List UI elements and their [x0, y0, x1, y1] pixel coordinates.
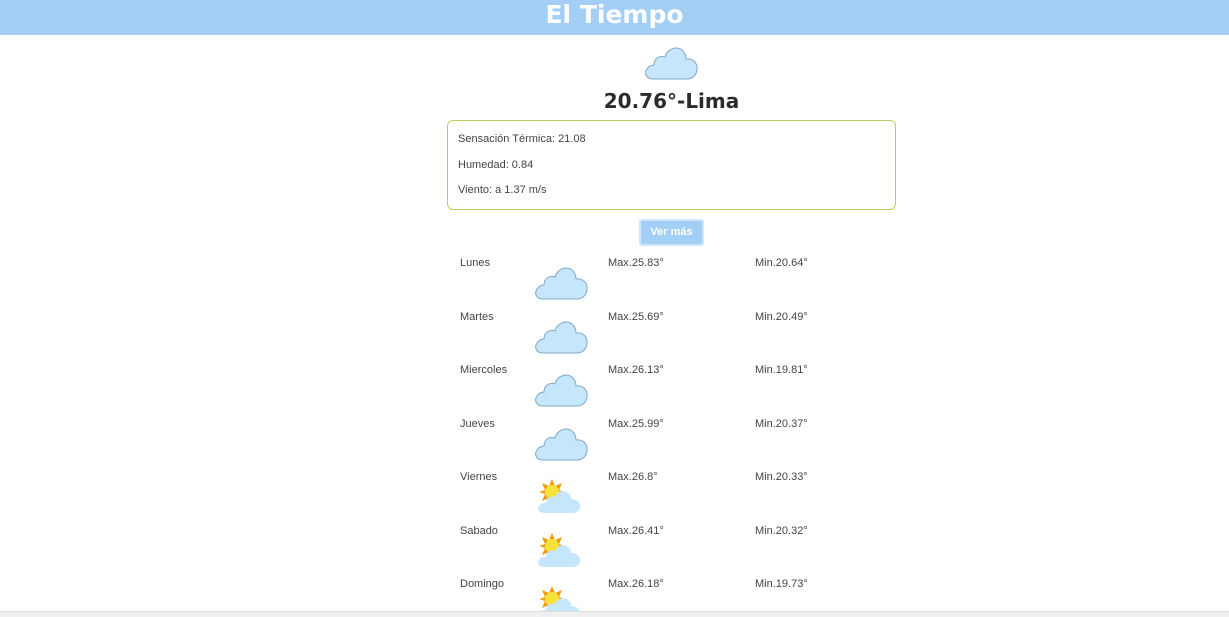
cloud-icon	[643, 43, 699, 81]
forecast-row: Sabado Max.26.41° Min.20.32°	[447, 522, 896, 576]
forecast-max-temp: Max.26.18°	[608, 578, 664, 590]
current-temperature-city: 20.76°-Lima	[0, 89, 1229, 113]
horizontal-scrollbar[interactable]	[0, 611, 1229, 617]
forecast-min-temp: Min.19.81°	[755, 364, 808, 376]
forecast-min-temp: Min.19.73°	[755, 578, 808, 590]
forecast-day-name: Lunes	[460, 257, 490, 269]
forecast-list: Lunes Max.25.83° Min.20.64° Martes Max.2…	[447, 254, 896, 617]
partly-cloudy-icon	[533, 531, 589, 569]
forecast-min-temp: Min.20.33°	[755, 471, 808, 483]
forecast-min-temp: Min.20.37°	[755, 417, 808, 430]
forecast-row: Miercoles Max.26.13° Min.19.81°	[447, 361, 896, 415]
forecast-day-name: Sabado	[460, 524, 498, 537]
forecast-max-temp: Max.25.69°	[608, 310, 664, 323]
partly-cloudy-icon	[533, 477, 589, 515]
forecast-day-name: Martes	[460, 310, 494, 323]
forecast-max-temp: Max.25.99°	[608, 417, 664, 430]
forecast-day-name: Miercoles	[460, 364, 508, 376]
forecast-day-name: Viernes	[460, 471, 498, 483]
current-temperature: 20.76°	[603, 89, 677, 113]
ver-mas-button[interactable]: Ver más	[639, 219, 704, 246]
forecast-min-temp: Min.20.49°	[755, 310, 808, 323]
app-title: El Tiempo	[545, 0, 684, 29]
forecast-row: Viernes Max.26.8° Min.20.33°	[447, 468, 896, 522]
forecast-row: Jueves Max.25.99° Min.20.37°	[447, 415, 896, 469]
cloud-icon	[533, 370, 589, 408]
forecast-max-temp: Max.26.13°	[608, 364, 664, 376]
forecast-day-name: Domingo	[460, 578, 505, 590]
wind-text: Viento: a 1.37 m/s	[458, 184, 547, 196]
humidity-text: Humedad: 0.84	[458, 158, 534, 171]
cloud-icon	[533, 317, 589, 355]
forecast-max-temp: Max.26.8°	[608, 471, 658, 483]
current-city: Lima	[685, 89, 740, 113]
app-header: El Tiempo	[0, 0, 1229, 35]
forecast-max-temp: Max.26.41°	[608, 524, 664, 537]
cloud-icon	[533, 263, 589, 301]
feels-like-text: Sensación Térmica: 21.08	[458, 133, 586, 145]
forecast-min-temp: Min.20.64°	[755, 257, 808, 269]
forecast-row: Martes Max.25.69° Min.20.49°	[447, 308, 896, 362]
forecast-day-name: Jueves	[460, 417, 495, 430]
forecast-min-temp: Min.20.32°	[755, 524, 808, 537]
cloud-icon	[533, 424, 589, 462]
forecast-row: Lunes Max.25.83° Min.20.64°	[447, 254, 896, 308]
forecast-max-temp: Max.25.83°	[608, 257, 664, 269]
page: El Tiempo 20.76°-Lima Sensación Térmica:…	[0, 0, 1229, 617]
current-details-card: Sensación Térmica: 21.08 Humedad: 0.84 V…	[447, 120, 896, 210]
